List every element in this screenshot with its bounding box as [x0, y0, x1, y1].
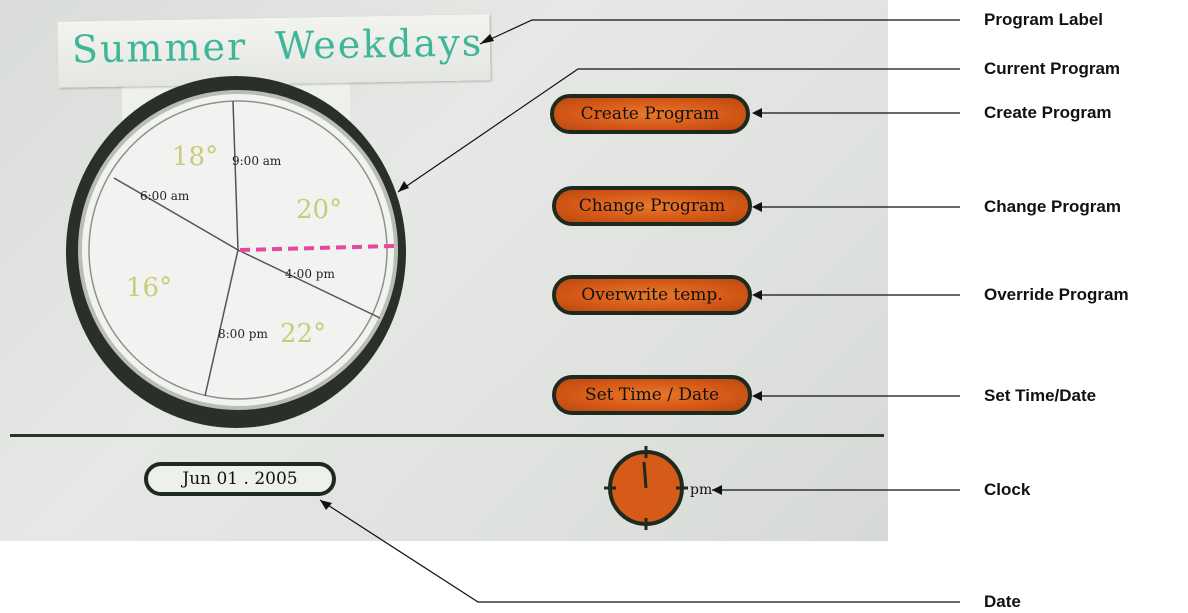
callout-date: Date — [984, 592, 1021, 611]
am-pm-indicator: pm — [690, 482, 713, 498]
clock[interactable] — [604, 446, 688, 530]
temperature-20: 20° — [296, 195, 342, 225]
arrowhead-program-label — [480, 34, 494, 44]
arrowhead-change-program — [752, 202, 762, 212]
clock-hand — [642, 461, 648, 489]
callout-override-program: Override Program — [984, 285, 1129, 304]
arrowhead-clock — [712, 485, 722, 495]
callout-current-program: Current Program — [984, 59, 1121, 78]
temperature-16: 16° — [126, 273, 172, 303]
arrowhead-current-program — [398, 181, 409, 192]
callout-set-time-date: Set Time/Date — [984, 386, 1097, 405]
callout-program-label: Program Label — [984, 10, 1104, 29]
arrowhead-date — [320, 500, 332, 510]
callout-change-program: Change Program — [984, 197, 1121, 216]
time-label-9am: 9:00 am — [232, 154, 282, 168]
create-program-button[interactable]: Create Program — [550, 94, 750, 134]
time-label-8pm: 8:00 pm — [218, 327, 268, 341]
change-program-button[interactable]: Change Program — [552, 186, 752, 226]
time-label-4pm: 4:00 pm — [285, 267, 335, 281]
divider — [10, 434, 884, 437]
connector-program-label — [479, 19, 960, 45]
callout-create-program: Create Program — [984, 103, 1112, 122]
callout-clock: Clock — [984, 480, 1031, 499]
time-label-6am: 6:00 am — [140, 189, 190, 203]
arrowhead-set-time-date — [752, 391, 762, 401]
set-time-date-button[interactable]: Set Time / Date — [552, 375, 752, 415]
arrowhead-override-program — [752, 290, 762, 300]
temperature-18: 18° — [172, 142, 218, 172]
temperature-22: 22° — [280, 319, 326, 349]
arrowhead-create-program — [752, 108, 762, 118]
overwrite-temp-button[interactable]: Overwrite temp. — [552, 275, 752, 315]
date-display[interactable]: Jun 01 . 2005 — [144, 462, 336, 496]
